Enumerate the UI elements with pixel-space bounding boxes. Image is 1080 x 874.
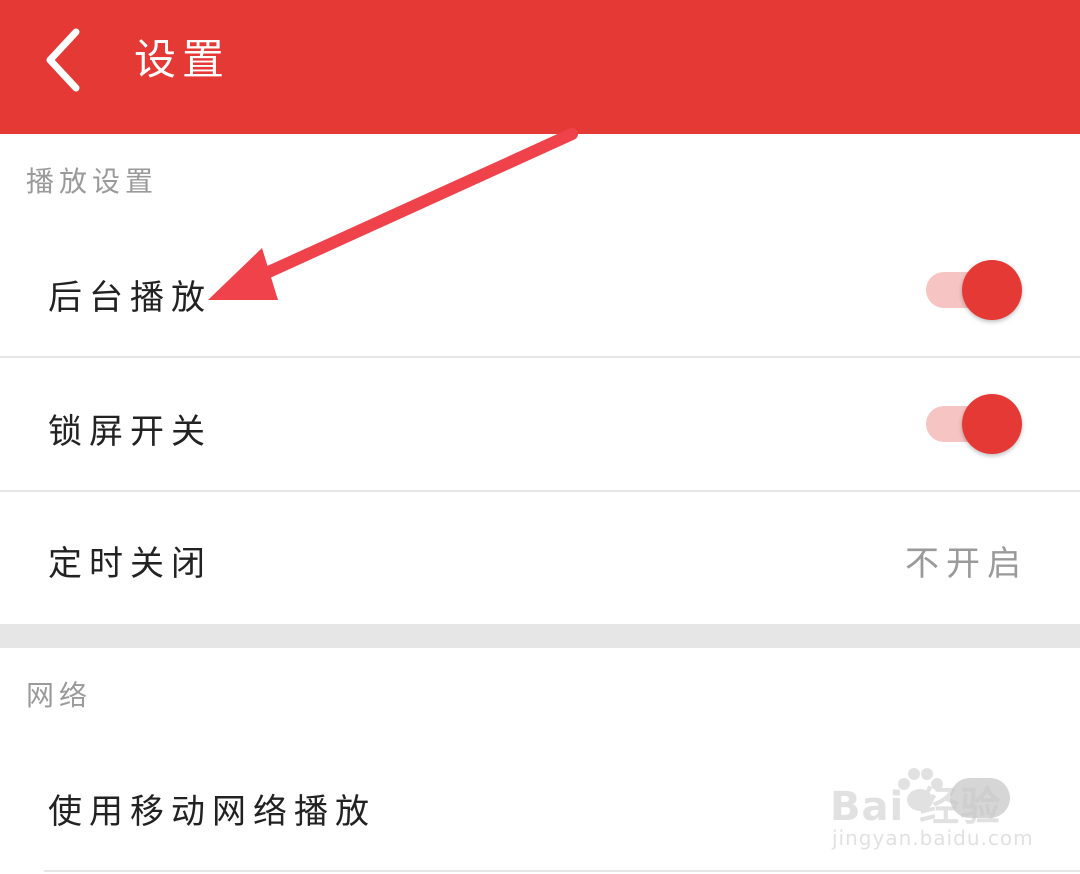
row-label: 定时关闭 (48, 544, 212, 584)
baidu-jingyan-watermark: Bai 经验 jingyan.baidu.com (826, 760, 1046, 860)
toggle-thumb (962, 260, 1022, 320)
settings-row-background-play[interactable]: 后台播放 (0, 224, 1080, 356)
section-label-network: 网络 (26, 679, 93, 712)
divider (44, 870, 1080, 872)
background-play-toggle[interactable] (926, 258, 1026, 322)
sleep-timer-value: 不开启 (905, 544, 1028, 584)
section-label-playback: 播放设置 (26, 165, 159, 198)
row-label: 后台播放 (48, 278, 212, 318)
back-button[interactable] (30, 22, 100, 98)
settings-row-lock-screen[interactable]: 锁屏开关 (0, 358, 1080, 490)
app-header: 设置 (0, 0, 1080, 134)
settings-row-sleep-timer[interactable]: 定时关闭 不开启 (0, 492, 1080, 624)
section-separator (0, 624, 1080, 648)
chevron-left-icon (46, 28, 80, 92)
row-label: 锁屏开关 (48, 412, 212, 452)
toggle-thumb (962, 394, 1022, 454)
lock-screen-toggle[interactable] (926, 392, 1026, 456)
paw-icon (898, 768, 943, 811)
page-title: 设置 (134, 35, 231, 84)
row-label: 使用移动网络播放 (48, 792, 376, 832)
watermark-url: jingyan.baidu.com (832, 826, 1034, 850)
